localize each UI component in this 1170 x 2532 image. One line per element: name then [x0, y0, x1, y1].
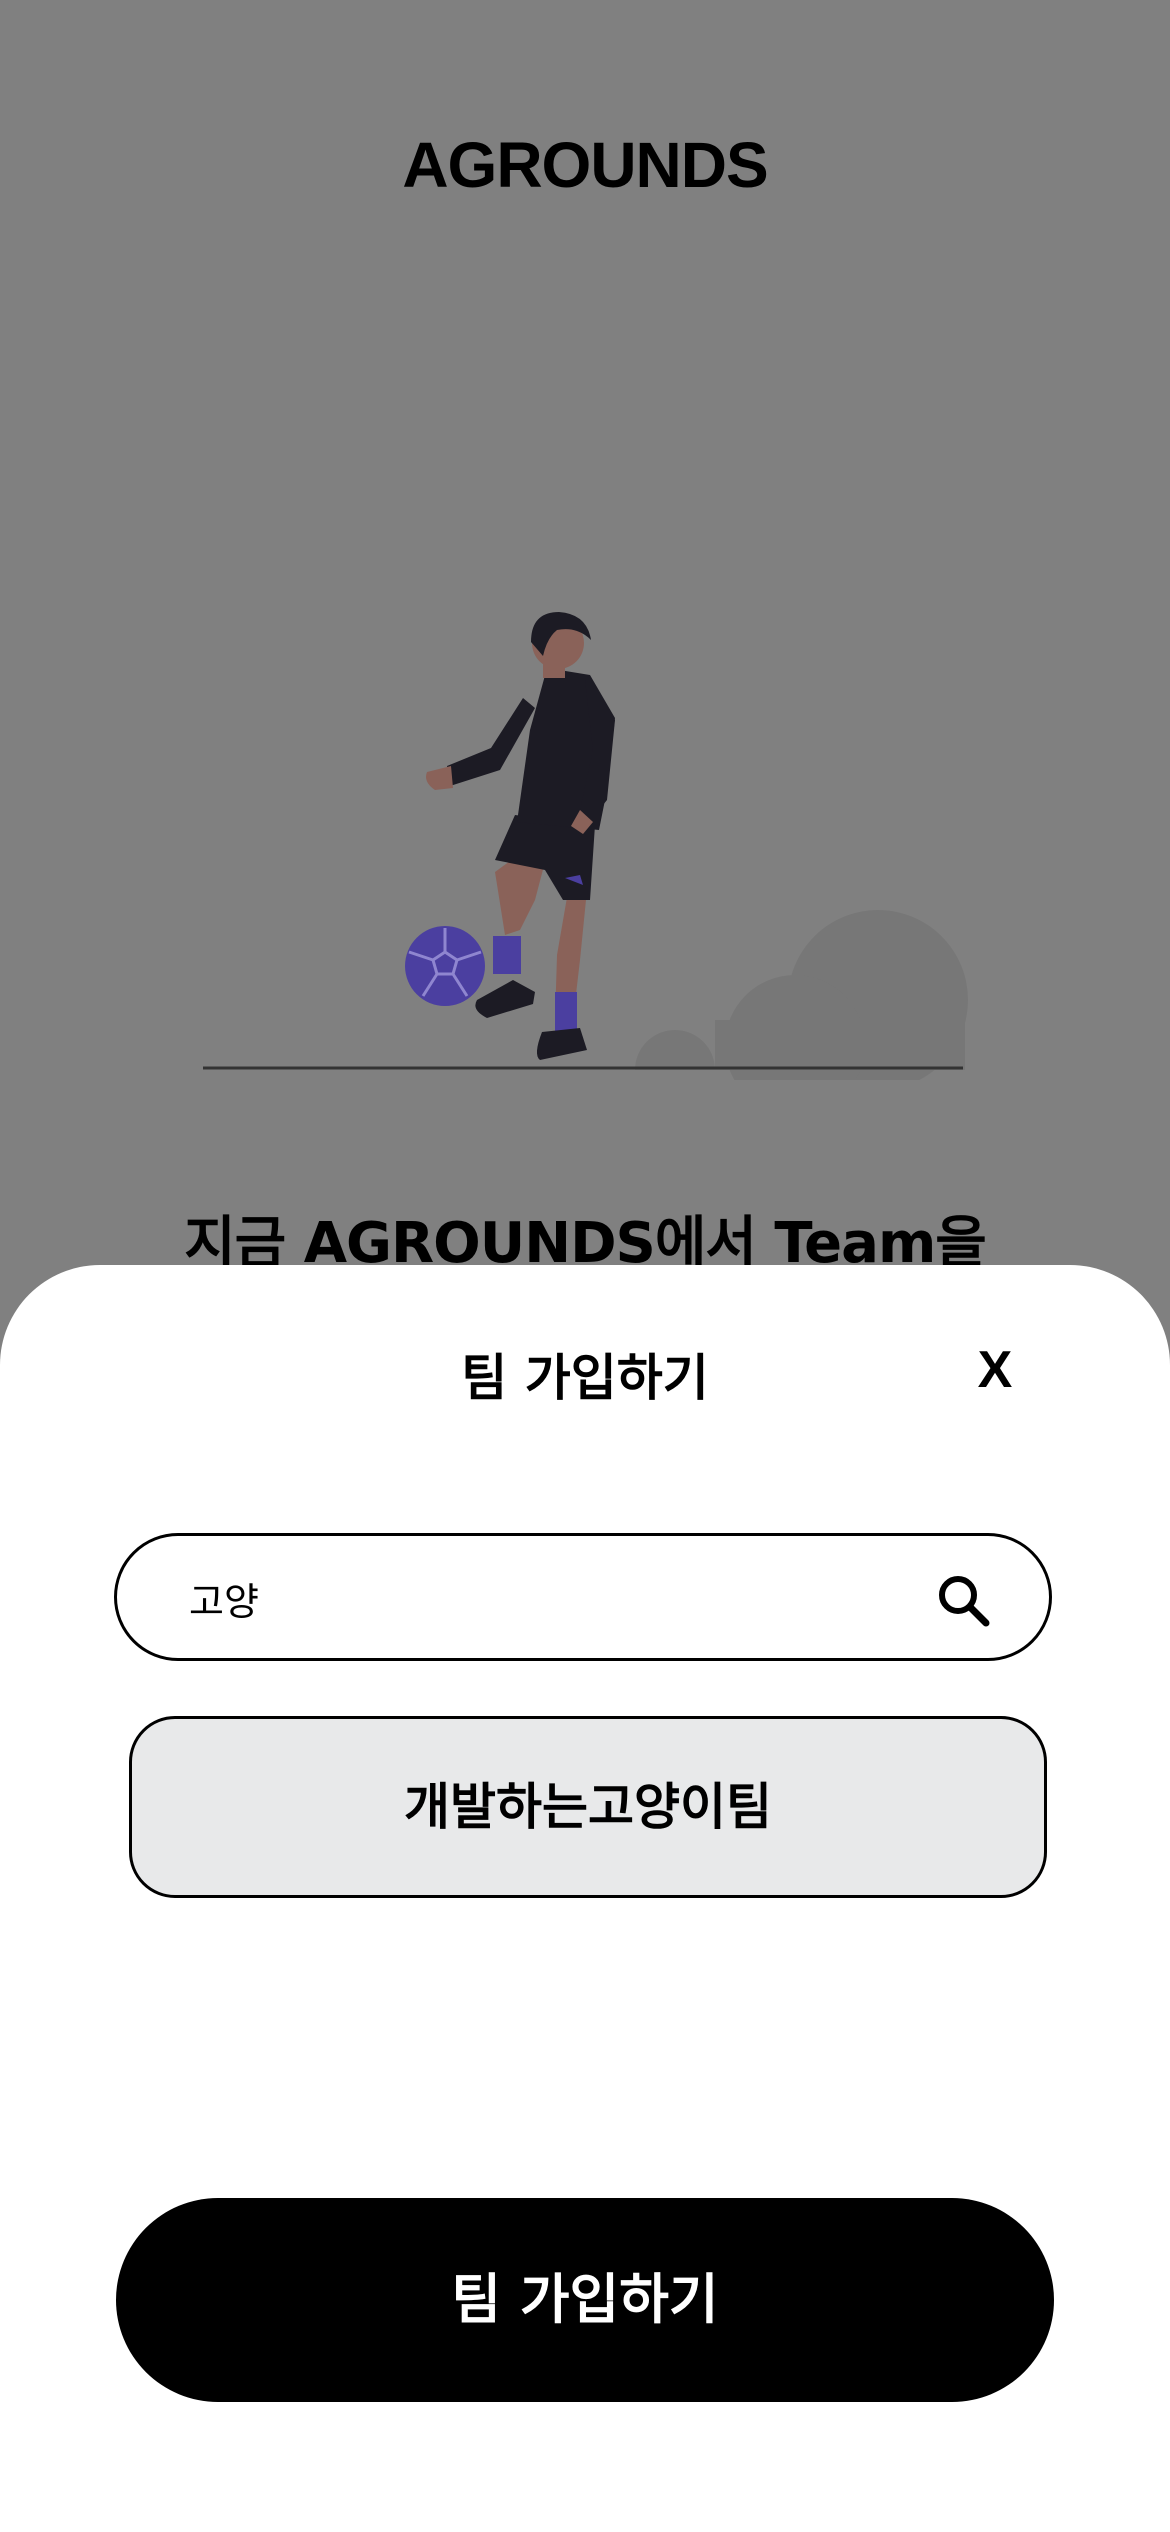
search-result-item[interactable]: 개발하는고양이팀 — [129, 1716, 1047, 1898]
close-button[interactable]: X — [960, 1330, 1030, 1410]
team-search-input[interactable] — [187, 1536, 931, 1660]
search-icon[interactable] — [935, 1572, 991, 1628]
cloud-shape — [635, 910, 968, 1080]
join-team-button[interactable]: 팀 가입하기 — [116, 2198, 1054, 2402]
soccer-ball-icon — [405, 926, 485, 1006]
team-search-box — [114, 1533, 1052, 1661]
soccer-player-illustration — [203, 612, 968, 1080]
app-title: AGROUNDS — [402, 129, 768, 201]
